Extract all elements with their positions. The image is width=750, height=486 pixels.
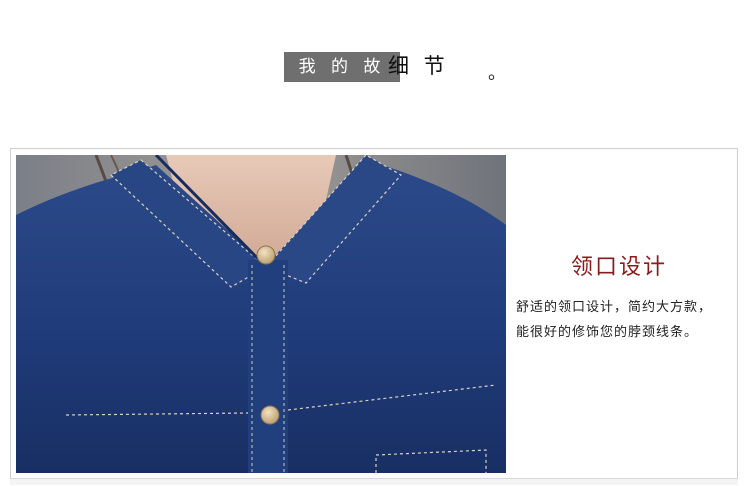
section-title: 我 的 故 事 细 节 。 <box>0 0 750 110</box>
title-text: 细 节 <box>388 54 449 78</box>
product-photo <box>16 155 506 473</box>
card-bottom-edge <box>10 478 738 485</box>
denim-shirt-collar-image <box>16 155 506 473</box>
title-tag: 我 的 故 事 <box>284 52 400 107</box>
title-period: 。 <box>488 63 506 84</box>
detail-text-line: 舒适的领口设计，简约大方款， <box>516 300 713 315</box>
detail-text-line: 能很好的修饰您的脖颈线条。 <box>516 325 699 340</box>
detail-heading: 领口设计 <box>570 255 667 280</box>
